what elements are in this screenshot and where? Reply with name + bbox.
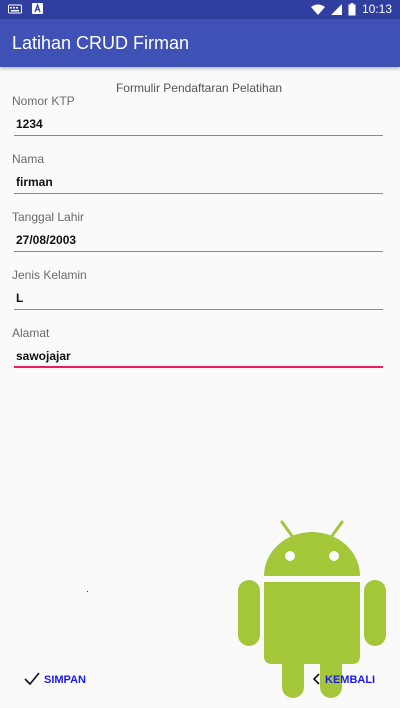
signal-icon [330, 3, 342, 15]
alamat-input[interactable]: sawojajar [14, 346, 383, 368]
save-button-label: SIMPAN [44, 674, 86, 686]
status-bar: 10:13 [0, 0, 400, 19]
form-header: Formulir Pendaftaran Pelatihan [115, 81, 283, 95]
wifi-icon [310, 4, 325, 15]
check-icon [24, 671, 40, 689]
dot-mark [87, 591, 88, 592]
chevron-left-icon [312, 672, 321, 688]
jenis-kelamin-label: Jenis Kelamin [12, 268, 87, 282]
notification-a-icon [32, 3, 43, 14]
jenis-kelamin-input[interactable]: L [14, 288, 383, 310]
nama-label: Nama [12, 152, 45, 166]
app-title: Latihan CRUD Firman [12, 33, 190, 53]
ktp-input[interactable]: 1234 [14, 114, 383, 136]
app-bar: Latihan CRUD Firman [0, 19, 400, 67]
back-button-label: KEMBALI [325, 674, 376, 686]
battery-icon [348, 2, 356, 16]
save-button[interactable]: SIMPAN [24, 670, 86, 690]
ktp-label: Nomor KTP [12, 94, 75, 108]
keyboard-icon [8, 4, 22, 14]
alamat-label: Alamat [12, 326, 50, 340]
nama-input[interactable]: firman [14, 172, 383, 194]
status-time: 10:13 [361, 2, 392, 16]
back-button[interactable]: KEMBALI [312, 670, 376, 690]
tanggal-lahir-label: Tanggal Lahir [12, 210, 85, 224]
tanggal-lahir-input[interactable]: 27/08/2003 [14, 230, 383, 252]
